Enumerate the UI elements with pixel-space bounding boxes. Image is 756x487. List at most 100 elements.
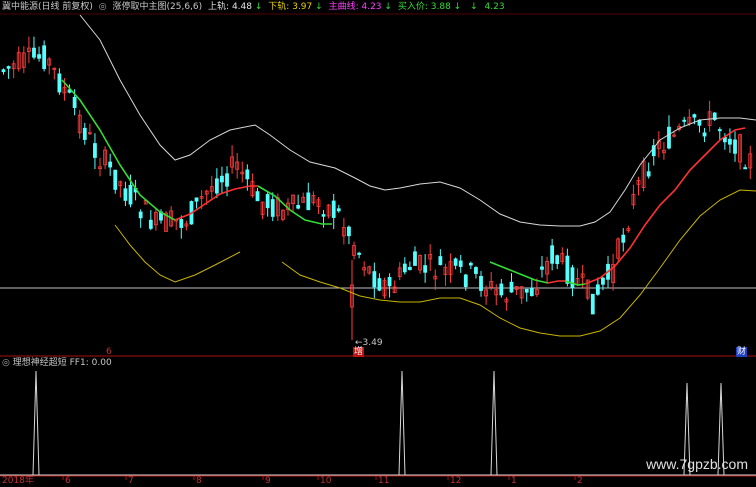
candle-body	[93, 143, 97, 158]
down-arrow-icon: ↓	[384, 2, 392, 12]
time-axis-label: 7	[128, 476, 134, 486]
candle-body	[590, 293, 595, 315]
candle-body	[468, 262, 473, 266]
candle-body	[220, 175, 224, 183]
candle-body	[128, 184, 133, 205]
candle-body	[438, 256, 443, 266]
event-marker-zeng[interactable]: 增	[353, 347, 365, 357]
candle-body	[296, 205, 301, 209]
candle-body	[407, 267, 412, 270]
candle-body	[72, 96, 77, 108]
time-axis-label: 2	[577, 476, 583, 486]
upper-band-line	[79, 14, 756, 227]
candle-body	[265, 194, 270, 209]
price-chart[interactable]	[0, 0, 756, 487]
indicator-title: 涨停取中主图(25,6,6)	[112, 2, 203, 12]
time-axis-label: 12	[450, 476, 462, 486]
candle-body	[667, 126, 671, 149]
candle-body	[245, 169, 250, 180]
time-axis-label: 11	[378, 476, 390, 486]
lower-band-line	[114, 224, 241, 283]
lower-band-line	[281, 189, 756, 337]
candle-body	[138, 211, 143, 219]
candle-body	[402, 263, 407, 273]
signal-spike	[32, 370, 40, 476]
candle-body	[479, 276, 483, 291]
candle-body	[336, 208, 341, 212]
signal-spike	[398, 370, 406, 476]
ff1-value: 0.00	[91, 358, 112, 368]
candle-body	[601, 277, 605, 285]
down-arrow-icon: ↓	[453, 2, 462, 12]
candle-body	[123, 188, 128, 201]
candle-body	[453, 258, 458, 266]
ff1-label: FF1:	[69, 358, 89, 368]
candle-body	[377, 278, 382, 291]
candle-body	[1, 69, 6, 73]
candle-body	[179, 219, 184, 228]
candle-body	[540, 266, 544, 270]
candle-body	[37, 54, 41, 59]
lower-band-value: 3.97	[292, 2, 313, 12]
candle-body	[458, 260, 463, 267]
main-curve-line	[489, 261, 549, 284]
candle-body	[357, 252, 362, 255]
candle-body	[255, 191, 260, 202]
down-arrow-icon: ↓	[315, 2, 323, 12]
candle-body	[499, 283, 504, 296]
candle-body	[728, 138, 732, 145]
candle-body	[423, 265, 428, 273]
candle-body	[270, 199, 275, 217]
down-arrow-icon: ↓	[254, 2, 263, 12]
upper-band-label: 上轨:	[208, 2, 230, 12]
candle-body	[717, 129, 722, 132]
candle-body	[509, 281, 514, 293]
candle-body	[347, 226, 351, 237]
candle-body	[372, 271, 377, 288]
candle-body	[733, 139, 737, 154]
candle-body	[225, 173, 229, 187]
candle-body	[306, 192, 311, 211]
buy-price-value: 3.88	[430, 2, 451, 12]
time-axis-label: 10	[320, 476, 332, 486]
signal-spike	[490, 370, 498, 476]
sub-indicator-title: 理想神经超短	[12, 358, 67, 368]
candle-body	[743, 167, 748, 170]
candle-body	[692, 114, 697, 118]
candle-body	[474, 267, 478, 274]
candle-body	[524, 288, 529, 293]
candle-body	[702, 132, 707, 137]
candle-body	[529, 287, 534, 297]
candle-body	[570, 267, 575, 288]
candle-body	[113, 169, 118, 190]
candle-body	[6, 66, 11, 69]
candle-body	[621, 234, 626, 243]
candle-body	[413, 251, 417, 266]
candle-body	[32, 47, 36, 58]
event-marker-cai[interactable]: 财	[736, 347, 748, 357]
lower-band-label: 下轨:	[268, 2, 290, 12]
sub-chart-header: ◎ 理想神经超短 FF1: 0.00	[2, 357, 112, 369]
candle-body	[682, 119, 687, 122]
candle-body	[555, 255, 560, 265]
candle-body	[463, 274, 468, 287]
candle-body	[646, 171, 651, 177]
extra-value: 4.23	[484, 2, 505, 12]
settings-icon[interactable]: ◎	[2, 358, 10, 368]
settings-icon[interactable]: ◎	[99, 2, 107, 12]
candle-body	[148, 219, 153, 229]
candle-body	[321, 214, 326, 217]
candle-body	[82, 127, 87, 140]
main-curve-line	[61, 79, 176, 221]
time-axis-label: 6	[65, 476, 71, 486]
main-curve-label: 主曲线:	[328, 2, 359, 12]
stock-title: 冀中能源(日线 前复权)	[2, 2, 93, 12]
candle-body	[565, 255, 570, 284]
candle-body	[595, 284, 600, 295]
buy-price-label: 买入价:	[397, 2, 428, 12]
time-axis-label: 8	[196, 476, 202, 486]
event-marker-left: 6	[106, 347, 112, 357]
candle-body	[42, 45, 47, 69]
main-curve-line	[547, 280, 565, 284]
candle-body	[331, 200, 336, 218]
